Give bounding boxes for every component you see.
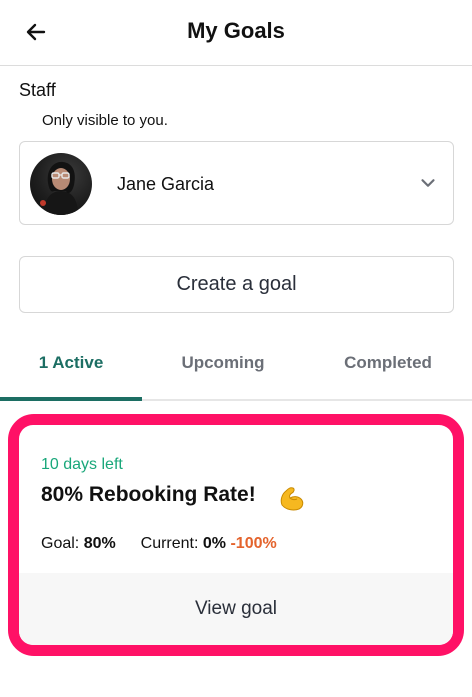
goal-label: Goal: [41, 535, 80, 552]
tab-active[interactable]: 1 Active [0, 336, 142, 401]
header: My Goals [0, 0, 472, 66]
flexed-biceps-icon [280, 487, 304, 511]
page-title: My Goals [187, 18, 285, 43]
selected-staff-name: Jane Garcia [117, 174, 215, 194]
goal-progress-line: Goal: 80% Current: 0% -100% [41, 535, 277, 553]
days-left-label: 10 days left [41, 456, 123, 473]
current-label: Current: [140, 535, 199, 552]
goal-value: 80% [83, 535, 116, 552]
tab-completed[interactable]: Completed [304, 336, 472, 399]
avatar [30, 153, 92, 215]
goal-title: 80% Rebooking Rate! [41, 483, 256, 506]
tab-upcoming[interactable]: Upcoming [142, 336, 304, 399]
staff-label: Staff [19, 80, 56, 100]
create-goal-button[interactable]: Create a goal [19, 256, 454, 313]
goal-tabs: 1 Active Upcoming Completed [0, 336, 472, 401]
my-goals-screen: My Goals Staff Only visible to you. Jane… [0, 0, 472, 697]
change-value: -100% [230, 535, 277, 552]
chevron-down-icon [421, 179, 435, 187]
goal-card[interactable]: 10 days left 80% Rebooking Rate! Goal: 8… [19, 425, 453, 645]
view-goal-button[interactable]: View goal [19, 573, 453, 645]
current-value: 0% [202, 535, 227, 552]
staff-visibility-note: Only visible to you. [42, 112, 168, 129]
staff-select[interactable]: Jane Garcia [19, 141, 454, 225]
